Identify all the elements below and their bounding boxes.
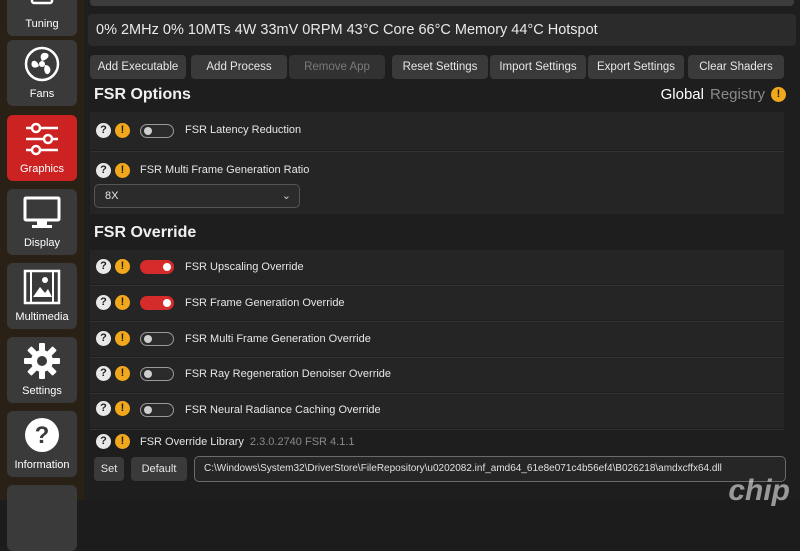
help-icon[interactable]: ? xyxy=(96,295,111,310)
top-bar xyxy=(90,0,794,6)
warning-icon: ! xyxy=(115,331,130,346)
ratio-label: FSR Multi Frame Generation Ratio xyxy=(140,164,310,176)
stats-bar: 0% 2MHz 0% 10MTs 4W 33mV 0RPM 43°C Core … xyxy=(88,14,796,46)
help-icon[interactable]: ? xyxy=(96,366,111,381)
library-label-row: FSR Override Library 2.3.0.2740 FSR 4.1.1 xyxy=(140,436,355,448)
sidebar-item-label: Display xyxy=(23,237,61,249)
tuning-icon xyxy=(22,0,62,14)
mode-global[interactable]: Global xyxy=(661,86,704,103)
remove-app-button[interactable]: Remove App xyxy=(289,55,385,79)
multi-frame-label: FSR Multi Frame Generation Override xyxy=(185,333,371,345)
divider xyxy=(90,429,784,430)
frame-generation-toggle[interactable] xyxy=(140,296,174,310)
reset-settings-button[interactable]: Reset Settings xyxy=(392,55,488,79)
sidebar-item-label: Information xyxy=(14,459,70,471)
warning-icon: ! xyxy=(115,295,130,310)
sidebar-item-label: Multimedia xyxy=(15,311,69,323)
sliders-icon xyxy=(22,119,62,159)
sidebar: Tuning Fans Graphics Display Multimedia … xyxy=(0,0,84,551)
sidebar-item-fans[interactable]: Fans xyxy=(7,40,77,106)
film-icon xyxy=(22,267,62,307)
help-icon[interactable]: ? xyxy=(96,163,111,178)
fan-icon xyxy=(22,44,62,84)
sidebar-item-label: Settings xyxy=(22,385,62,397)
library-path-field[interactable]: C:\Windows\System32\DriverStore\FileRepo… xyxy=(194,456,786,482)
sidebar-item-multimedia[interactable]: Multimedia xyxy=(7,263,77,329)
monitor-icon xyxy=(22,193,62,233)
watermark: chip xyxy=(728,474,790,507)
export-settings-button[interactable]: Export Settings xyxy=(588,55,684,79)
sidebar-item-graphics[interactable]: Graphics xyxy=(7,115,77,181)
sidebar-item-tuning[interactable]: Tuning xyxy=(7,0,77,36)
set-button[interactable]: Set xyxy=(94,457,124,481)
import-settings-button[interactable]: Import Settings xyxy=(490,55,586,79)
fsr-options-title: FSR Options xyxy=(94,86,191,103)
warning-icon: ! xyxy=(115,401,130,416)
help-icon[interactable]: ? xyxy=(96,401,111,416)
upscaling-label: FSR Upscaling Override xyxy=(185,261,304,273)
fsr-override-title: FSR Override xyxy=(94,224,197,241)
help-icon[interactable]: ? xyxy=(96,259,111,274)
latency-label: FSR Latency Reduction xyxy=(185,124,302,136)
library-version: 2.3.0.2740 FSR 4.1.1 xyxy=(249,436,355,448)
sidebar-item-label: Tuning xyxy=(25,18,59,30)
ratio-select[interactable]: 8X ⌄ xyxy=(94,184,300,208)
warning-icon: ! xyxy=(115,434,130,449)
mode-switch: Global Registry ! xyxy=(661,86,786,103)
warning-icon: ! xyxy=(115,163,130,178)
help-icon[interactable]: ? xyxy=(96,331,111,346)
upscaling-toggle[interactable] xyxy=(140,260,174,274)
default-button[interactable]: Default xyxy=(131,457,187,481)
neural-radiance-toggle[interactable] xyxy=(140,403,174,417)
gear-icon xyxy=(22,341,62,381)
sidebar-item-label: Fans xyxy=(29,88,55,100)
warning-icon: ! xyxy=(115,259,130,274)
sidebar-item-label: Graphics xyxy=(19,163,65,175)
ray-regeneration-toggle[interactable] xyxy=(140,367,174,381)
svg-text:?: ? xyxy=(35,422,50,449)
warning-icon: ! xyxy=(771,87,786,102)
sidebar-item-display[interactable]: Display xyxy=(7,189,77,255)
toolbar: Add Executable Add Process Remove App Re… xyxy=(90,55,794,79)
multi-frame-toggle[interactable] xyxy=(140,332,174,346)
chevron-down-icon: ⌄ xyxy=(281,190,291,202)
sidebar-item-information[interactable]: ? Information xyxy=(7,411,77,477)
ray-regeneration-label: FSR Ray Regeneration Denoiser Override xyxy=(185,368,392,380)
main-panel: 0% 2MHz 0% 10MTs 4W 33mV 0RPM 43°C Core … xyxy=(84,0,800,507)
neural-radiance-label: FSR Neural Radiance Caching Override xyxy=(185,404,381,416)
latency-toggle[interactable] xyxy=(140,124,174,138)
question-icon: ? xyxy=(22,415,62,455)
warning-icon: ! xyxy=(115,366,130,381)
add-process-button[interactable]: Add Process xyxy=(191,55,287,79)
add-executable-button[interactable]: Add Executable xyxy=(90,55,186,79)
sidebar-item-more[interactable] xyxy=(7,485,77,551)
help-icon[interactable]: ? xyxy=(96,123,111,138)
clear-shaders-button[interactable]: Clear Shaders xyxy=(688,55,784,79)
library-label: FSR Override Library xyxy=(140,436,244,448)
ratio-value: 8X xyxy=(105,190,119,202)
help-icon[interactable]: ? xyxy=(96,434,111,449)
warning-icon: ! xyxy=(115,123,130,138)
frame-generation-label: FSR Frame Generation Override xyxy=(185,297,345,309)
mode-registry[interactable]: Registry xyxy=(710,86,765,103)
sidebar-item-settings[interactable]: Settings xyxy=(7,337,77,403)
